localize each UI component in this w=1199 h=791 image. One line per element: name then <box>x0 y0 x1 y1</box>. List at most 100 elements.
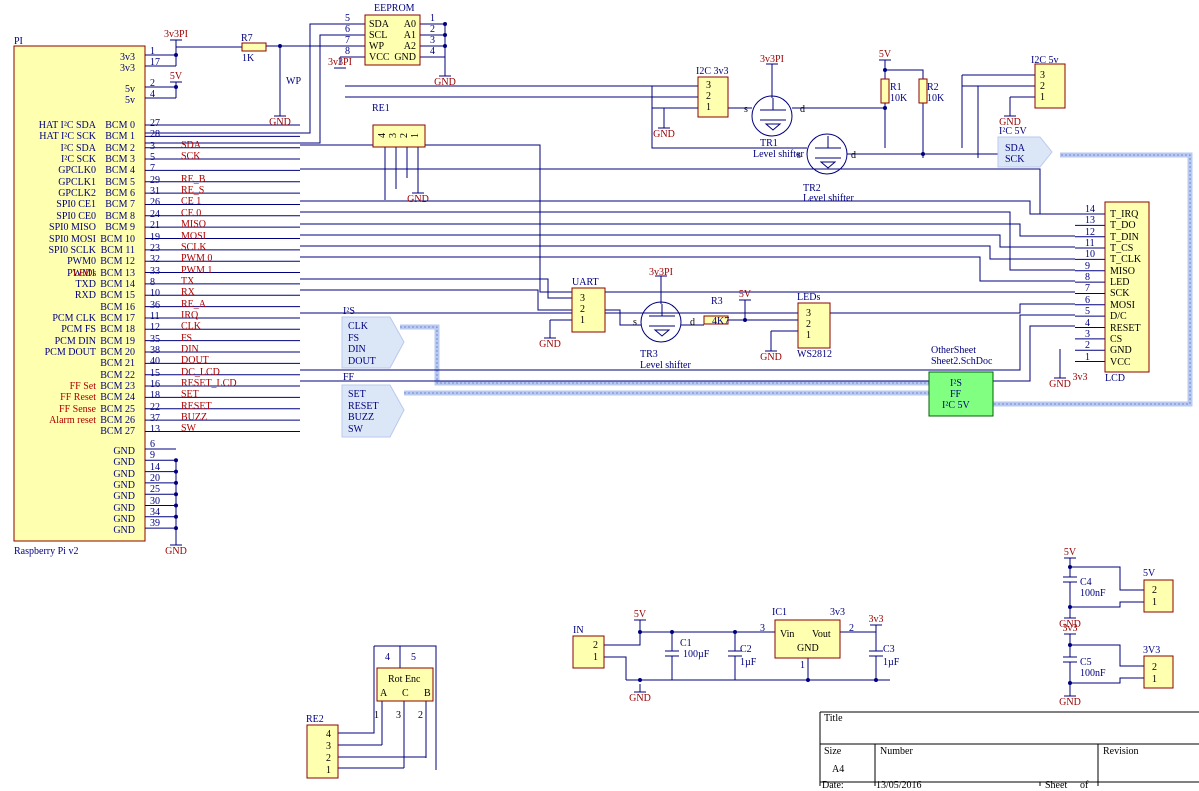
lcd-pin: MISO <box>1110 265 1136 277</box>
pi-gnd-label: GND <box>113 479 135 491</box>
junction-dot <box>883 68 887 72</box>
c3-name: C3 <box>883 644 895 655</box>
junction-dot <box>1068 643 1072 647</box>
wire <box>1063 634 1144 688</box>
junction-dot <box>174 85 178 89</box>
tb-title: Title <box>824 713 843 724</box>
wp-label: WP <box>286 76 301 87</box>
pin-number: 2 <box>418 710 423 721</box>
net-label: SET <box>181 389 199 401</box>
lcd-pin-number: 3 <box>1085 328 1090 340</box>
pi-function-label: TXD <box>75 278 96 290</box>
othersheet-port: FF <box>950 389 962 400</box>
pi-function-label: FF Reset <box>60 392 96 404</box>
lcd-pin-number: 11 <box>1085 238 1095 250</box>
junction-dot <box>883 106 887 110</box>
title-block-frame <box>819 711 1199 786</box>
pi-pin-number: 35 <box>150 333 160 345</box>
re1-title: RE1 <box>372 103 390 114</box>
r1-name: R1 <box>890 82 902 93</box>
pi-gnd-label: GND <box>113 491 135 503</box>
lcd-pin: LED <box>1110 277 1130 289</box>
re1-pin: 3 <box>388 133 399 138</box>
i2c33-pin: 2 <box>706 91 711 102</box>
i2c5v-pin: 3 <box>1040 70 1045 81</box>
tr1-s: s <box>744 104 748 115</box>
pi-bcm-label: BCM 13 <box>100 267 135 279</box>
tr3-name: TR3 <box>640 349 658 360</box>
pi-pin-number: 12 <box>150 322 160 334</box>
pi-pin-number: 20 <box>150 472 160 484</box>
net-label: SCK <box>181 151 201 163</box>
ff-pin: BUZZ <box>348 412 375 423</box>
gnd-symbol <box>274 108 286 117</box>
pin-number: 2 <box>430 24 435 35</box>
net-label: MISO <box>181 219 207 231</box>
net-label: PWM 1 <box>181 264 213 276</box>
pi-bcm-label: BCM 26 <box>100 415 135 427</box>
pi-function-label: SPI0 MOSI <box>49 233 96 245</box>
pi-gnd-label: GND <box>113 502 135 514</box>
pi-function-label: SPI0 MISO <box>49 222 96 234</box>
pi-bcm-label: BCM 24 <box>100 392 135 404</box>
pi-pin-number: 18 <box>150 390 160 402</box>
gnd-label: GND <box>629 693 651 704</box>
pi-function-label: GPCLK0 <box>58 165 96 177</box>
rail-label: 3v3PI <box>164 29 188 40</box>
pi-pin-number: 38 <box>150 345 160 356</box>
pi-pin-number: 25 <box>150 484 160 496</box>
pi-function-label: FF Set <box>69 381 96 393</box>
hdr3v3-pin: 2 <box>1152 662 1157 673</box>
pi-bcm-label: BCM 6 <box>105 188 135 200</box>
net-label: SCLK <box>181 241 207 253</box>
wire <box>884 60 924 158</box>
c2-value: 1µF <box>740 657 757 668</box>
r3-value: 4K7 <box>712 316 730 327</box>
eeprom-pin: WP <box>369 41 384 52</box>
pi-pin-number: 34 <box>150 506 160 518</box>
c5-value: 100nF <box>1080 668 1106 679</box>
pi-bcm-label: BCM 21 <box>100 358 135 370</box>
gnd-label: GND <box>1059 697 1081 708</box>
junction-dot <box>174 480 178 485</box>
pi-pin-number: 39 <box>150 518 160 530</box>
leds-sub: WS2812 <box>797 349 832 360</box>
pi-pin-number: 5 <box>150 152 155 164</box>
net-label: FS <box>181 332 193 344</box>
tr2-d: d <box>851 150 856 161</box>
pin-number: 3 <box>430 35 435 46</box>
pi-function-label: I²C SCK <box>61 154 96 166</box>
gnd-symbol <box>658 120 670 129</box>
i2c5v-pin: 1 <box>1040 92 1045 103</box>
lcd-pin-number: 9 <box>1085 260 1090 272</box>
i2c33-body <box>697 76 729 118</box>
pi-pin-number: 7 <box>150 163 155 175</box>
othersheet-title: OtherSheet <box>931 345 976 356</box>
leds-pin: 3 <box>806 308 811 319</box>
junction-dot <box>1068 681 1072 685</box>
eeprom-pin: A1 <box>403 30 416 41</box>
lcd-pin-number: 1 <box>1085 351 1090 363</box>
c4-value: 100nF <box>1080 588 1106 599</box>
eeprom-pin: SCL <box>369 30 388 41</box>
lcd-pin-number: 8 <box>1085 272 1090 284</box>
net-label: PWM 0 <box>181 253 213 265</box>
lcd-pin: GND <box>1110 345 1132 357</box>
eeprom-pin: GND <box>394 52 416 63</box>
pi-bcm-label: BCM 16 <box>100 301 135 313</box>
lcd-pin-number: 5 <box>1085 306 1090 318</box>
pi-pin-number: 33 <box>150 265 160 277</box>
pi-pin-number: 21 <box>150 220 160 232</box>
pi-gnd-label: GND <box>113 446 135 457</box>
gnd-label: GND <box>407 194 429 205</box>
junction-dot <box>638 630 642 634</box>
rotenc-pin: C <box>402 688 409 699</box>
hdr5v-body <box>1143 579 1174 613</box>
pi-function-label: FF Sense <box>59 403 96 415</box>
junction-dot <box>174 53 178 57</box>
net-label: BUZZ <box>181 412 208 424</box>
pi-function-label: I²C SDA <box>60 142 96 154</box>
pi-pin-number: 3 <box>150 140 155 152</box>
ic1-gnd: GND <box>797 643 819 654</box>
lcd-pin: T_DIN <box>1110 231 1139 243</box>
